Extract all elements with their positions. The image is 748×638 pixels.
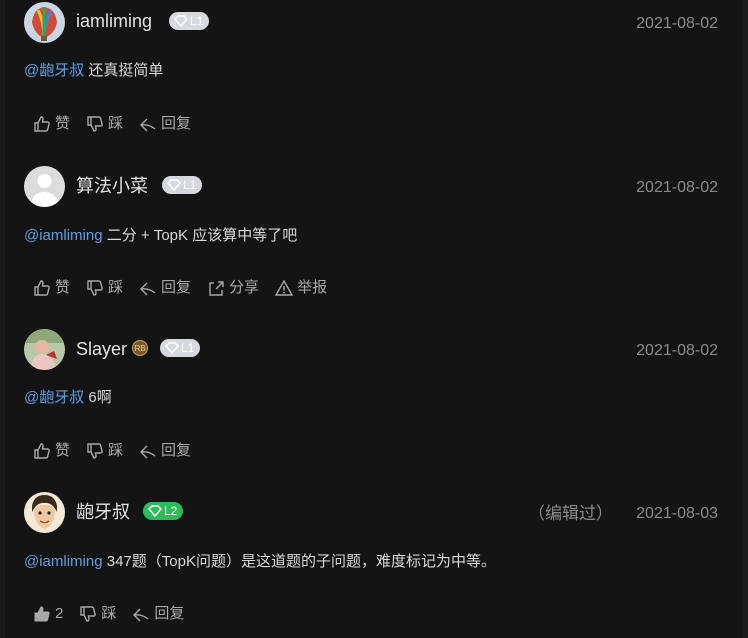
thumbs-up-icon bbox=[34, 280, 50, 296]
report-label: 举报 bbox=[297, 279, 328, 296]
level-label: L1 bbox=[181, 341, 195, 355]
comment-text: @龅牙叔 还真挺简单 bbox=[24, 61, 163, 81]
like-button[interactable]: 赞 bbox=[33, 278, 70, 298]
username[interactable]: Slayer bbox=[76, 338, 127, 360]
comment-body: 6啊 bbox=[84, 389, 112, 406]
dislike-button[interactable]: 踩 bbox=[79, 604, 116, 624]
reply-button[interactable]: 回复 bbox=[139, 441, 191, 461]
avatar[interactable] bbox=[24, 492, 65, 533]
level-label: L1 bbox=[190, 14, 204, 28]
thumbs-down-icon bbox=[80, 606, 97, 622]
share-button[interactable]: 分享 bbox=[207, 278, 259, 298]
comment-actions: 赞 踩 回复 bbox=[33, 441, 191, 461]
level-badge: L2 bbox=[143, 502, 184, 520]
dislike-label: 踩 bbox=[108, 279, 124, 296]
diamond-icon bbox=[174, 15, 188, 27]
comment-date: 2021-08-02 bbox=[636, 15, 718, 32]
thumbs-up-icon bbox=[34, 443, 50, 459]
reply-icon bbox=[140, 282, 156, 296]
edited-label: （编辑过） bbox=[528, 504, 613, 523]
like-button[interactable]: 赞 bbox=[33, 441, 70, 461]
reply-label: 回复 bbox=[161, 279, 192, 296]
comment-text: @iamliming 347题（TopK问题）是这道题的子问题，难度标记为中等。 bbox=[24, 552, 496, 572]
dislike-button[interactable]: 踩 bbox=[86, 278, 123, 298]
username[interactable]: 算法小菜 bbox=[76, 175, 148, 197]
like-count: 2 bbox=[55, 605, 64, 622]
report-button[interactable]: 举报 bbox=[275, 278, 327, 298]
reply-button[interactable]: 回复 bbox=[139, 114, 191, 134]
like-button[interactable]: 赞 bbox=[33, 114, 70, 134]
reply-label: 回复 bbox=[161, 115, 192, 132]
thumbs-down-icon bbox=[87, 280, 103, 296]
level-badge: L1 bbox=[162, 176, 203, 194]
username[interactable]: 龅牙叔 bbox=[76, 501, 130, 523]
username[interactable]: iamliming bbox=[76, 10, 152, 32]
dislike-button[interactable]: 踩 bbox=[86, 441, 123, 461]
reply-label: 回复 bbox=[154, 605, 185, 622]
avatar[interactable] bbox=[24, 329, 65, 370]
avatar[interactable] bbox=[24, 2, 65, 43]
thumbs-up-icon bbox=[34, 116, 50, 132]
share-label: 分享 bbox=[229, 279, 260, 296]
reply-label: 回复 bbox=[161, 442, 192, 459]
level-label: L1 bbox=[183, 178, 197, 192]
like-label: 赞 bbox=[55, 115, 71, 132]
diamond-icon bbox=[148, 505, 162, 517]
dislike-label: 踩 bbox=[108, 442, 124, 459]
like-label: 赞 bbox=[55, 279, 71, 296]
comments-panel: iamliming L1 2021-08-02 @龅牙叔 还真挺简单 赞 踩 回… bbox=[5, 0, 743, 638]
comment-actions: 赞 踩 回复 bbox=[33, 114, 191, 134]
reply-icon bbox=[133, 608, 149, 622]
like-label: 赞 bbox=[55, 442, 71, 459]
share-icon bbox=[209, 281, 224, 296]
mention-link[interactable]: @龅牙叔 bbox=[24, 389, 84, 406]
diamond-icon bbox=[167, 179, 181, 191]
reply-button[interactable]: 回复 bbox=[132, 604, 184, 624]
comment-date: 2021-08-03 bbox=[636, 505, 718, 522]
comment-date: 2021-08-02 bbox=[636, 179, 718, 196]
comment-actions: 2 踩 回复 bbox=[33, 604, 184, 624]
comment-body: 二分 + TopK 应该算中等了吧 bbox=[102, 227, 298, 244]
avatar[interactable] bbox=[24, 166, 65, 207]
thumbs-up-filled-icon bbox=[34, 606, 50, 622]
comment-date: 2021-08-02 bbox=[636, 342, 718, 359]
reply-icon bbox=[140, 445, 156, 459]
thumbs-down-icon bbox=[87, 443, 103, 459]
level-label: L2 bbox=[164, 504, 178, 518]
thumbs-down-icon bbox=[87, 116, 103, 132]
comment-actions: 赞 踩 回复 分享 举报 bbox=[33, 278, 327, 298]
comment-body: 还真挺简单 bbox=[84, 62, 164, 79]
dislike-button[interactable]: 踩 bbox=[86, 114, 123, 134]
reply-button[interactable]: 回复 bbox=[139, 278, 191, 298]
diamond-icon bbox=[165, 342, 179, 354]
level-badge: L1 bbox=[160, 339, 201, 357]
mention-link[interactable]: @龅牙叔 bbox=[24, 62, 84, 79]
level-badge: L1 bbox=[169, 12, 210, 30]
comment-text: @龅牙叔 6啊 bbox=[24, 388, 112, 408]
like-button[interactable]: 2 bbox=[33, 604, 63, 624]
mention-link[interactable]: @iamliming bbox=[24, 553, 103, 570]
dislike-label: 踩 bbox=[101, 605, 117, 622]
comment-text: @iamliming 二分 + TopK 应该算中等了吧 bbox=[24, 226, 297, 246]
guardian-rank-icon: RB bbox=[132, 340, 148, 356]
dislike-label: 踩 bbox=[108, 115, 124, 132]
mention-link[interactable]: @iamliming bbox=[24, 227, 103, 244]
comment-body: 347题（TopK问题）是这道题的子问题，难度标记为中等。 bbox=[102, 553, 496, 570]
warning-icon bbox=[275, 279, 294, 296]
reply-icon bbox=[140, 118, 156, 132]
